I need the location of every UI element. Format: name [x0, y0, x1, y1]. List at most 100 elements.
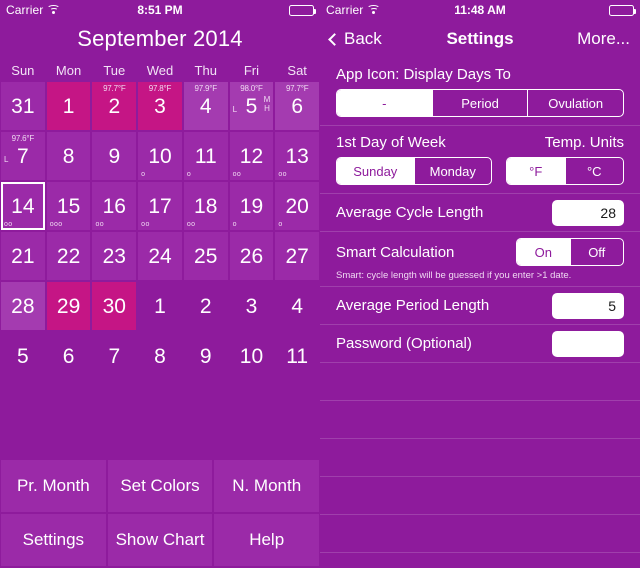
temp-units-option[interactable]: °C [564, 158, 624, 184]
flow-marker-letter: M [263, 94, 271, 104]
calendar-day-cell[interactable]: 7 [92, 332, 136, 380]
ovulation-marker: o [186, 171, 192, 178]
calendar-day-cell[interactable]: 12 oo [229, 132, 274, 180]
calendar-day-cell[interactable]: 11 [275, 332, 319, 380]
settings-button[interactable]: Settings [1, 514, 106, 566]
day-number: 2 [108, 94, 121, 118]
calendar-day-cell[interactable]: 97.6°F L 7 [1, 132, 45, 180]
calendar-day-cell[interactable]: 18 oo [183, 182, 228, 230]
ovulation-marker: ooo [49, 221, 63, 228]
calendar-day-cell[interactable]: 6 [47, 332, 91, 380]
calendar-day-cell[interactable]: 23 [92, 232, 137, 280]
smart-calculation-segmented-control[interactable]: On Off [516, 238, 624, 266]
ovulation-marker: oo [232, 171, 242, 178]
app-icon-option[interactable]: Period [431, 90, 528, 116]
calendar-day-cell[interactable]: 20 o [275, 182, 320, 230]
calendar-day-cell[interactable]: 1 [46, 82, 91, 130]
wifi-icon [367, 5, 381, 15]
average-period-length-label: Average Period Length [336, 297, 490, 314]
smart-calculation-option[interactable]: Off [569, 239, 624, 265]
calendar-day-cell[interactable]: 29 [46, 282, 91, 330]
app-icon-option[interactable]: - [337, 90, 432, 116]
calendar-screen: Carrier 8:51 PM September 2014 Sun Mon Tue… [0, 0, 320, 568]
day-number: 20 [285, 194, 309, 218]
day-number: 29 [56, 294, 81, 318]
calendar-day-cell[interactable]: 1 [138, 282, 182, 330]
pr-month-button[interactable]: Pr. Month [1, 460, 106, 512]
day-number: 3 [154, 94, 166, 118]
first-day-group: 1st Day of Week Sunday Monday [336, 134, 492, 185]
calendar-day-cell[interactable]: 4 [275, 282, 319, 330]
first-day-option[interactable]: Monday [413, 158, 492, 184]
calendar-day-cell[interactable]: 25 [183, 232, 228, 280]
ovulation-marker: o [278, 221, 283, 228]
day-number: 26 [239, 244, 264, 268]
calendar-day-cell[interactable]: 19 o [229, 182, 274, 230]
back-button-label: Back [344, 29, 382, 48]
app-icon-option[interactable]: Ovulation [527, 90, 623, 116]
calendar-day-cell[interactable]: 30 [92, 282, 137, 330]
app-icon-label: App Icon: Display Days To [336, 66, 511, 83]
calendar-day-cell[interactable]: 9 [184, 332, 228, 380]
calendar-day-cell[interactable]: 14 oo [1, 182, 45, 230]
set-colors-button[interactable]: Set Colors [107, 460, 213, 512]
day-number: 11 [286, 344, 309, 368]
calendar-day-cell[interactable]: 5 [1, 332, 45, 380]
day-number: 27 [285, 244, 309, 268]
show-chart-button[interactable]: Show Chart [107, 514, 213, 566]
calendar-day-cell[interactable]: 8 [46, 132, 91, 180]
n-month-button[interactable]: N. Month [214, 460, 320, 512]
smart-calculation-option[interactable]: On [517, 239, 570, 265]
temp-units-option[interactable]: °F [507, 158, 565, 184]
calendar-day-cell[interactable]: 16 oo [92, 182, 137, 230]
calendar-day-cell[interactable]: 27 [275, 232, 320, 280]
temperature-label: 97.9°F [194, 84, 218, 93]
ovulation-marker: oo [141, 221, 150, 228]
calendar-week-row: 31 1 97.7°F 2 97.8°F 3 97.9°F 4 98.0°F L M H 5 97.7°F… [0, 82, 320, 132]
calendar-day-cell[interactable]: 21 [1, 232, 45, 280]
carrier-label: Carrier [326, 3, 364, 17]
calendar-day-cell[interactable]: 97.7°F 6 [275, 82, 320, 130]
first-day-option[interactable]: Sunday [337, 158, 414, 184]
day-number: 22 [56, 244, 81, 268]
empty-row [320, 439, 640, 477]
temperature-label: 97.7°F [285, 84, 309, 93]
calendar-week-row: 14 oo 15 ooo 16 oo 17 oo 18 oo 19 o 20 o [0, 182, 320, 232]
calendar-day-cell[interactable]: 24 [138, 232, 182, 280]
day-number: 30 [102, 294, 126, 318]
calendar-day-cell[interactable]: 3 [230, 282, 274, 330]
day-number: 9 [199, 344, 212, 368]
calendar-day-cell[interactable]: 10 o [138, 132, 182, 180]
calendar-day-cell[interactable]: 10 [230, 332, 274, 380]
calendar-day-cell[interactable]: 97.7°F 2 [92, 82, 137, 130]
first-day-segmented-control[interactable]: Sunday Monday [336, 157, 492, 185]
empty-row [320, 477, 640, 515]
calendar-day-cell[interactable]: 31 [1, 82, 45, 130]
calendar-day-cell[interactable]: 22 [46, 232, 91, 280]
average-cycle-length-input[interactable]: 28 [552, 199, 624, 226]
calendar-day-cell[interactable]: 8 [138, 332, 182, 380]
help-button[interactable]: Help [214, 514, 320, 566]
calendar-day-cell[interactable]: 97.8°F 3 [138, 82, 182, 130]
calendar-day-cell[interactable]: 28 [1, 282, 45, 330]
calendar-day-cell[interactable]: 11 o [183, 132, 228, 180]
more-button[interactable]: More... [577, 29, 630, 49]
calendar-day-cell[interactable]: 13 oo [275, 132, 320, 180]
temp-units-segmented-control[interactable]: °F °C [506, 157, 624, 185]
calendar-day-cell[interactable]: 9 [92, 132, 137, 180]
calendar-day-cell[interactable]: 98.0°F L M H 5 [229, 82, 274, 130]
calendar-day-cell[interactable]: 15 ooo [46, 182, 91, 230]
password-input[interactable] [552, 330, 624, 357]
calendar-day-cell[interactable]: 2 [184, 282, 228, 330]
app-icon-segmented-control[interactable]: - Period Ovulation [336, 89, 624, 117]
back-button[interactable]: Back [328, 29, 382, 49]
calendar-day-cell[interactable]: 26 [229, 232, 274, 280]
settings-status-bar: Carrier 11:48 AM [320, 0, 640, 20]
calendar-day-cell[interactable]: 97.9°F 4 [183, 82, 228, 130]
average-period-length-input[interactable]: 5 [552, 292, 624, 319]
day-number: 18 [194, 194, 218, 218]
calendar-day-cell[interactable]: 17 oo [138, 182, 182, 230]
day-number: 6 [62, 344, 75, 368]
flow-marker-letter: H [264, 104, 270, 114]
day-header: Thu [194, 62, 217, 78]
